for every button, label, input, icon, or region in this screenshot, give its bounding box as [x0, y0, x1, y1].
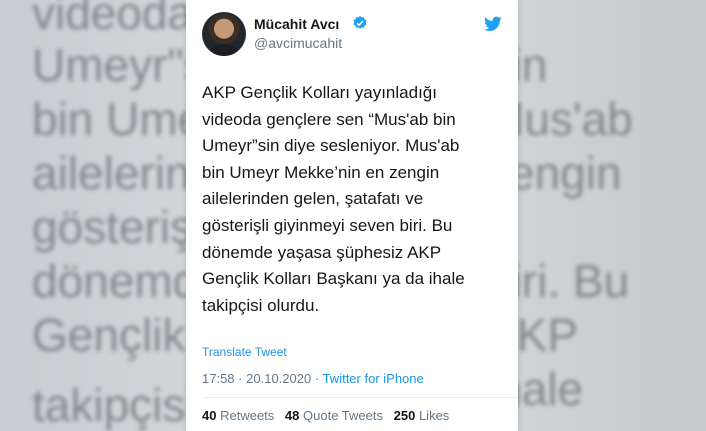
likes-label: Likes	[418, 408, 450, 423]
author-handle[interactable]: @avcimucahit	[254, 35, 342, 51]
tweet-header: Mücahit Avcı @avcimucahit	[202, 12, 506, 58]
retweets-label: Retweets	[220, 408, 275, 423]
quotes-count: 48	[284, 408, 300, 423]
likes-count: 250	[393, 408, 416, 423]
tweet-time[interactable]: 17:58	[202, 371, 235, 386]
avatar[interactable]	[202, 12, 246, 56]
quote-tweets-stat[interactable]: 48 Quote Tweets	[285, 408, 383, 423]
tweet-meta: 17:58 · 20.10.2020 · Twitter for iPhone	[202, 371, 424, 386]
tweet-text: AKP Gençlik Kolları yayınladığı videoda …	[202, 83, 465, 315]
tweet-stats: 40 Retweets 48 Quote Tweets 250 Likes	[202, 408, 449, 423]
tweet-card: Mücahit Avcı @avcimucahit AKP Gençlik Ko…	[186, 0, 518, 431]
tweet-source[interactable]: Twitter for iPhone	[323, 371, 424, 386]
translate-tweet-link[interactable]: Translate Tweet	[202, 345, 287, 359]
meta-separator: ·	[238, 371, 243, 386]
likes-stat[interactable]: 250 Likes	[394, 408, 450, 423]
divider	[202, 397, 518, 398]
verified-badge-icon	[353, 16, 367, 29]
quotes-label: Quote Tweets	[303, 408, 383, 423]
meta-separator: ·	[314, 371, 320, 386]
author-name[interactable]: Mücahit Avcı	[254, 16, 339, 32]
retweets-count: 40	[202, 408, 217, 423]
tweet-date[interactable]: 20.10.2020	[246, 371, 311, 386]
twitter-bird-icon[interactable]	[484, 16, 502, 32]
retweets-stat[interactable]: 40 Retweets	[202, 408, 274, 423]
